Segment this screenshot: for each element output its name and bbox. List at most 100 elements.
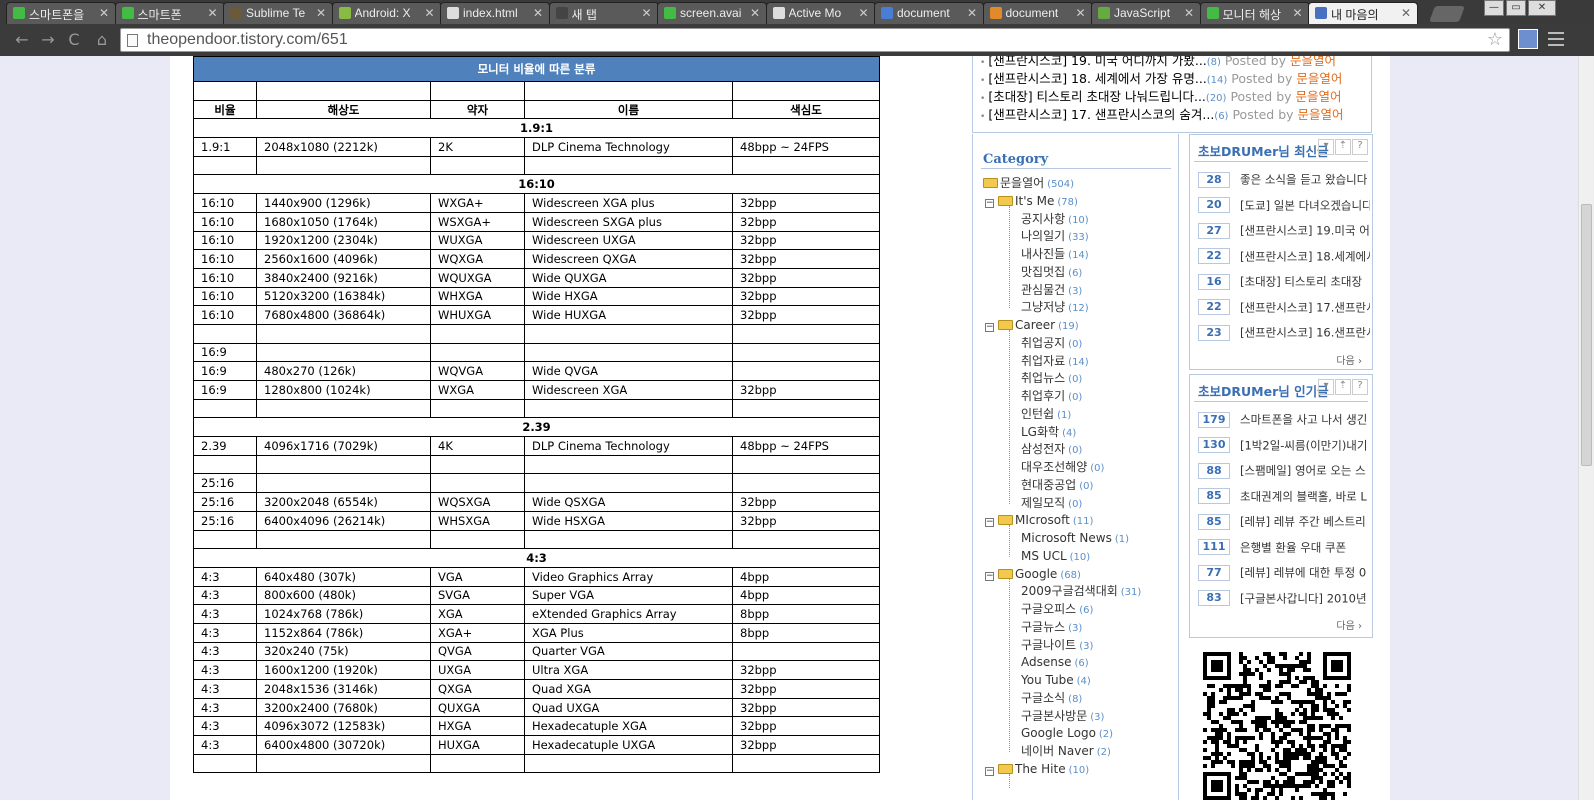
category-label[interactable]: 현대중공업 <box>1021 478 1076 492</box>
category-label[interactable]: 2009구글검색대회 <box>1021 584 1118 598</box>
widget-post-item[interactable]: 85 [레뷰] 레뷰 주간 베스트리 <box>1198 511 1370 531</box>
category-label[interactable]: 취업공지 <box>1021 336 1065 350</box>
post-title[interactable]: [구글본사갑니다] 2010년 C <box>1240 591 1370 605</box>
category-item[interactable]: 취업공지 (0) <box>1021 334 1082 352</box>
author-link[interactable]: 문을열어 <box>1296 71 1342 86</box>
qr-code-image[interactable] <box>1203 652 1351 800</box>
widget-post-item[interactable]: 20 [도쿄] 일본 다녀오겠습니다 <box>1198 195 1370 215</box>
post-title[interactable]: [초대장] 티스토리 초대장 나눠드립니다... <box>988 89 1206 104</box>
category-label[interactable]: Career <box>1015 318 1055 332</box>
author-link[interactable]: 문을열어 <box>1298 107 1344 122</box>
post-title[interactable]: [샌프란시스코] 17.샌프란시 <box>1240 300 1370 314</box>
address-bar[interactable]: theopendoor.tistory.com/651 ☆ <box>120 28 1510 52</box>
close-window-button[interactable]: ✕ <box>1528 0 1556 16</box>
tab-close-icon[interactable]: ✕ <box>1184 6 1194 20</box>
post-title[interactable]: 스마트폰을 사고 나서 생긴 <box>1240 413 1367 427</box>
tab-close-icon[interactable]: ✕ <box>858 6 868 20</box>
category-item[interactable]: 맛집멋집 (6) <box>1021 263 1082 281</box>
browser-tab[interactable]: 스마트폰을 ✕ <box>6 2 116 24</box>
extension-icon[interactable] <box>1518 29 1538 49</box>
category-item[interactable]: 구글오피스 (6) <box>1021 600 1093 618</box>
post-title[interactable]: [초대장] 티스토리 초대장 <box>1240 275 1362 289</box>
category-item[interactable]: 구글나이트 (3) <box>1021 636 1093 654</box>
collapse-icon[interactable]: − <box>985 766 994 776</box>
category-item[interactable]: 취업후기 (0) <box>1021 387 1082 405</box>
browser-tab[interactable]: Active Mo ✕ <box>765 2 876 24</box>
widget-post-item[interactable]: 27 [샌프란시스코] 19.미국 어 <box>1198 220 1370 240</box>
widget-post-item[interactable]: 23 [샌프란시스코] 16.샌프란시 <box>1198 322 1370 342</box>
widget-post-item[interactable]: 16 [초대장] 티스토리 초대장 <box>1198 271 1370 291</box>
collapse-icon[interactable]: − <box>985 518 994 528</box>
browser-tab[interactable]: document ✕ <box>874 2 984 24</box>
more-link[interactable]: 다음 › <box>1336 617 1362 632</box>
category-label[interactable]: The Hite <box>1015 762 1066 776</box>
collapse-icon[interactable]: − <box>985 323 994 332</box>
browser-tab[interactable]: 모니터 해상 ✕ <box>1199 2 1310 24</box>
browser-tab[interactable]: screen.avai ✕ <box>657 2 767 24</box>
widget-post-item[interactable]: 28 좋은 소식을 듣고 왔습니다 <box>1198 169 1370 189</box>
category-item[interactable]: 대우조선해양 (0) <box>1021 458 1104 476</box>
category-label[interactable]: 취업후기 <box>1021 389 1065 403</box>
category-folder-item[interactable]: − It's Me (78) <box>985 192 1078 210</box>
tab-close-icon[interactable]: ✕ <box>967 6 977 20</box>
tab-close-icon[interactable]: ✕ <box>641 6 651 20</box>
browser-tab[interactable]: 내 마음의 ✕ <box>1308 2 1418 24</box>
browser-tab[interactable]: 새 탭 ✕ <box>548 2 659 24</box>
category-label[interactable]: You Tube <box>1021 673 1074 687</box>
author-link[interactable]: 문을열어 <box>1290 56 1336 68</box>
category-label[interactable]: LG화학 <box>1021 425 1059 439</box>
category-label[interactable]: It's Me <box>1015 194 1054 208</box>
category-item[interactable]: 내사진들 (14) <box>1021 245 1089 263</box>
category-label[interactable]: 그냥저냥 <box>1021 300 1065 314</box>
category-root[interactable]: 문을열어 (504) <box>983 174 1074 192</box>
category-label[interactable]: 구글오피스 <box>1021 602 1076 616</box>
post-title[interactable]: [샌프란시스코] 16.샌프란시 <box>1240 326 1370 340</box>
category-item[interactable]: 제일모직 (0) <box>1021 494 1082 512</box>
category-item[interactable]: 2009구글검색대회 (31) <box>1021 582 1141 600</box>
category-folder-item[interactable]: − Google (68) <box>985 565 1081 583</box>
category-label[interactable]: MS UCL <box>1021 549 1067 563</box>
category-item[interactable]: 구글뉴스 (3) <box>1021 618 1082 636</box>
widget-post-item[interactable]: 111 은행별 환율 우대 쿠폰 <box>1198 537 1370 557</box>
category-label[interactable]: 취업자료 <box>1021 354 1065 368</box>
tab-close-icon[interactable]: ✕ <box>99 6 109 20</box>
home-button[interactable]: ⌂ <box>92 30 112 50</box>
author-link[interactable]: 문을열어 <box>1296 89 1342 104</box>
category-label[interactable]: 삼성전자 <box>1021 442 1065 456</box>
category-item[interactable]: 취업뉴스 (0) <box>1021 369 1082 387</box>
post-title[interactable]: 초대권계의 블랙홀, 바로 L <box>1240 489 1367 503</box>
post-title[interactable]: [샌프란시스코] 19.미국 어 <box>1240 224 1370 238</box>
category-label[interactable]: 나의일기 <box>1021 229 1065 243</box>
dropdown-icon[interactable]: ▾ <box>1318 139 1334 155</box>
help-icon[interactable]: ? <box>1352 379 1368 395</box>
vertical-scrollbar[interactable] <box>1578 56 1594 800</box>
collapse-icon[interactable]: − <box>985 571 994 581</box>
category-item[interactable]: 구글소식 (8) <box>1021 689 1082 707</box>
category-label[interactable]: Adsense <box>1021 655 1072 669</box>
category-item[interactable]: LG화학 (4) <box>1021 423 1076 441</box>
category-label[interactable]: 구글본사방문 <box>1021 709 1087 723</box>
category-label[interactable]: 내사진들 <box>1021 247 1065 261</box>
category-item[interactable]: 공지사항 (10) <box>1021 210 1089 228</box>
category-item[interactable]: 취업자료 (14) <box>1021 352 1089 370</box>
category-item[interactable]: Adsense (6) <box>1021 653 1089 671</box>
category-label[interactable]: 맛집멋집 <box>1021 265 1065 279</box>
category-item[interactable]: You Tube (4) <box>1021 671 1091 689</box>
recent-post-item[interactable]: • [초대장] 티스토리 초대장 나눠드립니다...(20) Posted by … <box>980 88 1380 106</box>
tab-close-icon[interactable]: ✕ <box>207 6 217 20</box>
widget-post-item[interactable]: 179 스마트폰을 사고 나서 생긴 <box>1198 409 1370 429</box>
category-item[interactable]: 현대중공업 (0) <box>1021 476 1093 494</box>
widget-post-item[interactable]: 83 [구글본사갑니다] 2010년 C <box>1198 588 1370 608</box>
restore-button[interactable]: ▭ <box>1506 0 1526 16</box>
post-title[interactable]: [도쿄] 일본 다녀오겠습니다 <box>1240 198 1370 212</box>
widget-post-item[interactable]: 88 [스팸메일] 영어로 오는 스 <box>1198 460 1370 480</box>
post-title[interactable]: [샌프란시스코] 18. 세계에서 가장 유명... <box>988 71 1206 86</box>
post-title[interactable]: [스팸메일] 영어로 오는 스 <box>1240 464 1366 478</box>
category-folder-item[interactable]: − MIcrosoft (11) <box>985 511 1093 529</box>
category-label[interactable]: 인턴쉽 <box>1021 407 1054 421</box>
browser-tab[interactable]: index.html ✕ <box>440 2 550 24</box>
widget-post-item[interactable]: 22 [샌프란시스코] 18.세계에서 <box>1198 246 1370 266</box>
category-item[interactable]: 나의일기 (33) <box>1021 227 1089 245</box>
recent-post-item[interactable]: • [샌프란시스코] 17. 샌프란시스코의 숨겨...(6) Posted by… <box>980 106 1380 124</box>
category-item[interactable]: 인턴쉽 (1) <box>1021 405 1071 423</box>
